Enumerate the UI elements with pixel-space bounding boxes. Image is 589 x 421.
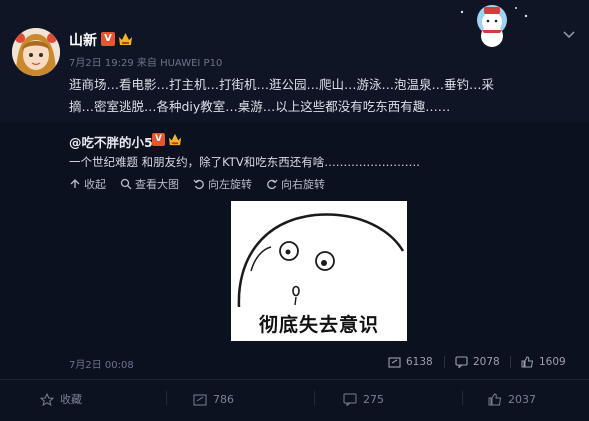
repost-text: 一个世纪难题 和朋友约，除了KTV和吃东西还有啥……………………. (69, 155, 420, 169)
comment-icon (455, 356, 468, 369)
repost-like-count[interactable]: 1609 (521, 354, 566, 370)
post-text: 逛商场…看电影…打主机…打街机…逛公园…爬山…游泳…泡温泉…垂钓…采 摘…密室逃… (69, 74, 579, 118)
view-large-image-button[interactable]: 查看大图 (120, 176, 179, 192)
user-avatar[interactable] (12, 28, 60, 76)
repost-comment-count[interactable]: 2078 (455, 354, 500, 370)
comment-count: 2078 (473, 356, 500, 368)
repost-count: 786 (213, 392, 234, 406)
zoom-icon (120, 178, 132, 190)
crown-icon (118, 31, 133, 47)
post-text-line-1: 逛商场…看电影…打主机…打街机…逛公园…爬山…游泳…泡温泉…垂钓…采 (69, 77, 495, 92)
divider (444, 356, 445, 368)
image-action-bar: 收起 查看大图 向左旋转 向右旋转 (69, 176, 339, 192)
collapse-label: 收起 (84, 178, 106, 191)
like-icon (488, 392, 502, 406)
crown-icon (168, 132, 182, 147)
like-count: 1609 (539, 356, 566, 368)
share-count: 6138 (406, 356, 433, 368)
meme-image[interactable]: 彻底失去意识 (231, 201, 407, 341)
divider (462, 391, 463, 405)
repost-time: 7月2日 00:08 (69, 360, 134, 371)
collapse-icon (69, 178, 81, 190)
post-username[interactable]: 山新 (69, 30, 97, 50)
verified-badge-icon: V (152, 133, 165, 146)
chevron-down-icon[interactable] (562, 26, 576, 39)
comment-icon (343, 393, 357, 407)
repost-username[interactable]: @吃不胖的小5 (69, 132, 153, 151)
divider (510, 356, 511, 368)
share-icon (193, 393, 207, 406)
favorite-label: 收藏 (60, 393, 82, 406)
rotate-left-label: 向左旋转 (208, 178, 252, 191)
comment-count: 275 (363, 392, 384, 406)
repost-share-count[interactable]: 6138 (388, 354, 433, 370)
snowman-card-icon (442, 2, 544, 48)
share-icon (388, 356, 401, 368)
repost-button[interactable]: 786 (193, 390, 234, 408)
comment-button[interactable]: 275 (343, 390, 384, 408)
star-icon (39, 392, 55, 406)
post-meta: 7月2日 19:29 来自 HUAWEI P10 (69, 58, 223, 69)
view-large-label: 查看大图 (135, 178, 179, 191)
verified-badge-icon: V (101, 32, 115, 46)
favorite-button[interactable]: 收藏 (39, 390, 82, 408)
rotate-right-button[interactable]: 向右旋转 (266, 176, 325, 192)
collapse-image-button[interactable]: 收起 (69, 176, 106, 192)
post-text-line-2: 摘…密室逃脱…各种diy教室…桌游…以上这些都没有吃东西有趣…… (69, 99, 451, 114)
like-button[interactable]: 2037 (488, 390, 536, 408)
rotate-left-icon (193, 178, 205, 190)
rotate-right-label: 向右旋转 (281, 178, 325, 191)
like-count: 2037 (508, 392, 536, 406)
divider (314, 391, 315, 405)
rotate-right-icon (266, 178, 278, 190)
divider (166, 391, 167, 405)
meme-caption: 彻底失去意识 (258, 314, 379, 336)
like-icon (521, 356, 534, 368)
rotate-left-button[interactable]: 向左旋转 (193, 176, 252, 192)
